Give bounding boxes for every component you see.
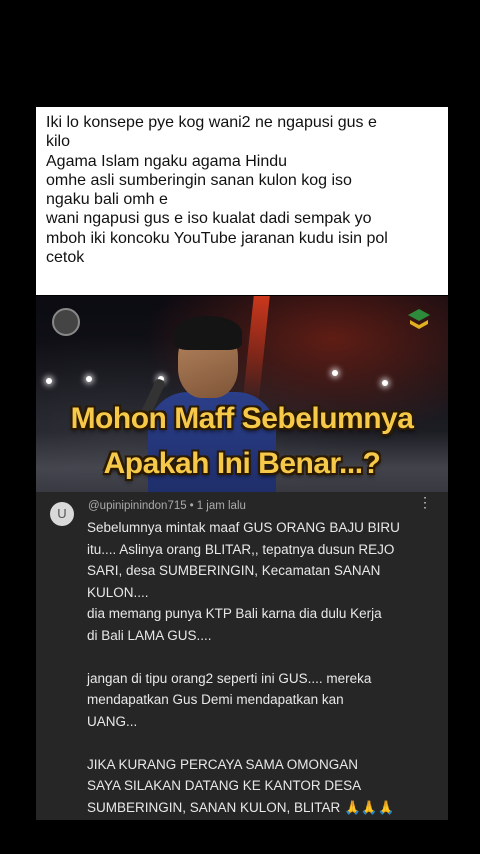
- quoted-text-card: Iki lo konsepe pye kog wani2 ne ngapusi …: [36, 107, 448, 295]
- emblem-logo-icon: [408, 309, 430, 329]
- comment-time: 1 jam lalu: [196, 500, 246, 512]
- text-line: Iki lo konsepe pye kog wani2 ne ngapusi …: [46, 114, 377, 131]
- comment-line: di Bali LAMA GUS....: [87, 627, 212, 643]
- comment-meta: @upinipinindon715 • 1 jam lalu: [88, 500, 246, 512]
- text-line: ngaku bali omh e: [46, 191, 168, 209]
- comment-line: mendapatkan Gus Demi mendapatkan kan: [87, 692, 344, 707]
- comment-line-text: SUMBERINGIN, SANAN KULON, BLITAR: [87, 799, 341, 815]
- stage-light-beam: [242, 296, 270, 406]
- comment-line: JIKA KURANG PERCAYA SAMA OMONGAN: [87, 756, 359, 772]
- pray-hands-icon: 🙏🙏🙏: [344, 799, 395, 815]
- stage-light: [86, 376, 92, 382]
- comment-line: SARI, desa SUMBERINGIN, Kecamatan SANAN: [87, 563, 381, 578]
- comment-line: dia memang punya KTP Bali karna dia dulu…: [87, 606, 382, 621]
- stage-light: [382, 380, 388, 386]
- comment-line: SAYA SILAKAN DATANG KE KANTOR DESA: [87, 778, 362, 793]
- comment-line: itu.... Aslinya orang BLITAR,, tepatnya …: [87, 541, 395, 557]
- video-caption-line-2: Apakah Ini Benar...?: [103, 447, 381, 480]
- stage-light: [46, 378, 52, 384]
- comment-line-last: SUMBERINGIN, SANAN KULON, BLITAR 🙏🙏🙏: [87, 797, 437, 819]
- text-line: mboh iki koncoku YouTube jaranan kudu is…: [46, 229, 388, 247]
- comment-line: jangan di tipu orang2 seperti ini GUS...…: [87, 670, 372, 686]
- channel-logo-icon: [52, 308, 80, 336]
- comment-card: U @upinipinindon715 • 1 jam lalu ⋮ Sebelum…: [36, 492, 448, 820]
- text-line: wani ngapusi gus e iso kualat dadi sempa…: [46, 210, 372, 228]
- comment-username[interactable]: @upinipinindon715: [88, 500, 187, 512]
- comment-line: KULON....: [87, 584, 149, 600]
- text-line: Agama Islam ngaku agama Hindu: [46, 152, 288, 170]
- comment-body: Sebelumnya mintak maaf GUS ORANG BAJU BI…: [87, 517, 437, 818]
- video-caption-line-1: Mohon Maff Sebelumnya: [70, 402, 414, 435]
- meta-separator: •: [189, 500, 194, 512]
- comment-line: Sebelumnya mintak maaf GUS ORANG BAJU BI…: [87, 520, 400, 535]
- text-line: kilo: [46, 133, 71, 151]
- stage-light: [332, 370, 338, 376]
- comment-line: UANG...: [87, 713, 138, 729]
- text-line: omhe asli sumberingin sanan kulon kog is…: [46, 171, 352, 189]
- avatar[interactable]: U: [50, 502, 74, 526]
- more-options-icon[interactable]: ⋮: [418, 495, 432, 509]
- text-line: cetok: [46, 249, 85, 267]
- singer-hair: [174, 316, 242, 350]
